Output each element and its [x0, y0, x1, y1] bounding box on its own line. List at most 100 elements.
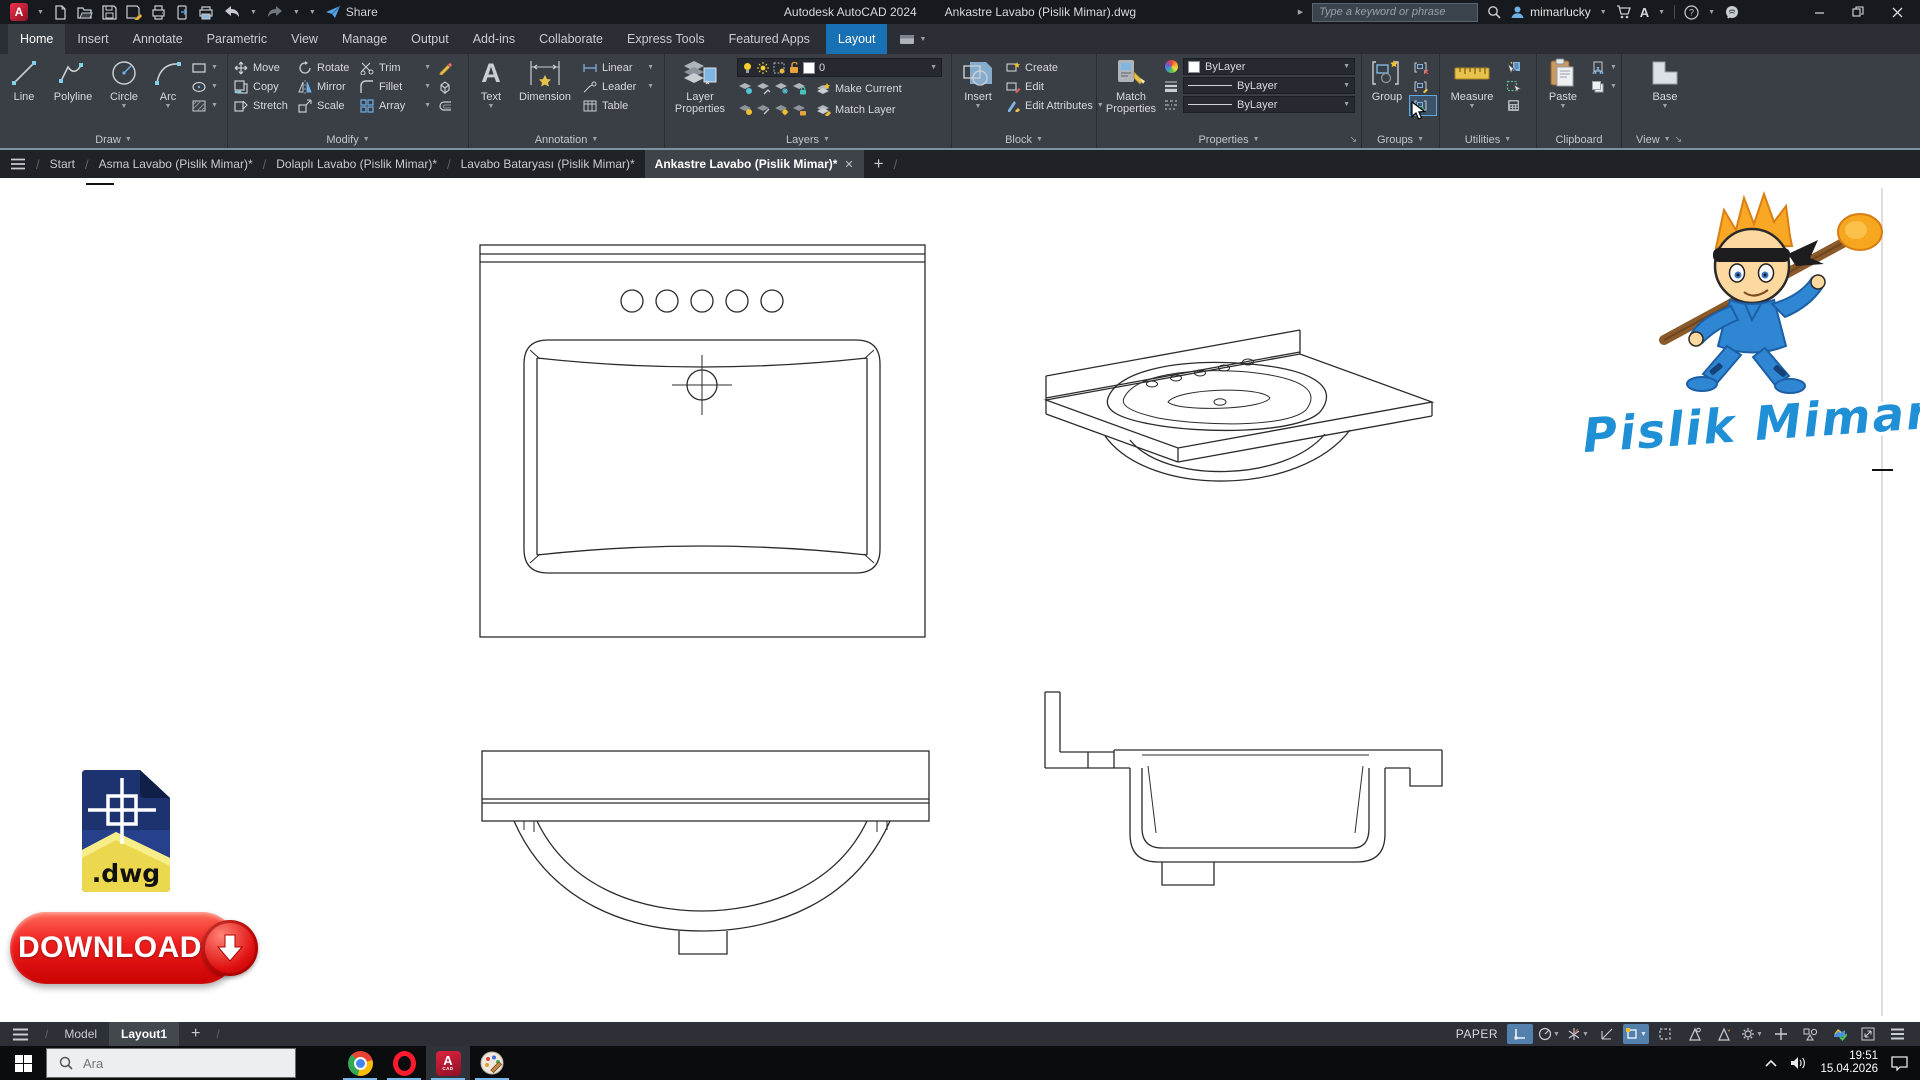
hatch-caret-icon[interactable]: ▼	[211, 102, 218, 109]
polar-tracking-button[interactable]: ▼	[1536, 1024, 1562, 1044]
file-tab-ankastre-lavabo-active[interactable]: Ankastre Lavabo (Pislik Mimar)* ✕	[645, 150, 864, 178]
make-current-button[interactable]: Make Current	[809, 79, 905, 98]
isometric-drafting-button[interactable]: ▼	[1565, 1024, 1591, 1044]
osnap-tracking-button[interactable]	[1594, 1024, 1620, 1044]
restore-button[interactable]	[1843, 0, 1873, 24]
volume-icon[interactable]	[1790, 1056, 1807, 1070]
app-menu-caret-icon[interactable]: ▼	[37, 9, 44, 16]
utilities-panel-label[interactable]: Utilities▼	[1440, 132, 1536, 147]
help-icon[interactable]: ?	[1684, 5, 1699, 20]
tab-featured-apps[interactable]: Featured Apps	[717, 24, 822, 54]
insert-block-button[interactable]: Insert ▼	[954, 54, 1002, 110]
object-color-dropdown[interactable]: ByLayer ▼	[1183, 58, 1355, 75]
help-search-input[interactable]: Type a keyword or phrase	[1312, 3, 1478, 22]
user-account-button[interactable]: mimarlucky	[1510, 5, 1591, 19]
rotate-tool-button[interactable]: Rotate	[294, 58, 356, 77]
undo-button[interactable]	[223, 5, 241, 19]
layer-freeze-icon[interactable]	[773, 81, 789, 97]
erase-tool-button[interactable]	[434, 58, 458, 77]
group-edit-button[interactable]	[1410, 77, 1436, 96]
tab-express-tools[interactable]: Express Tools	[615, 24, 717, 54]
layer-dropdown-caret-icon[interactable]: ▼	[930, 64, 937, 71]
block-panel-label[interactable]: Block▼	[952, 132, 1096, 147]
tab-output[interactable]: Output	[399, 24, 461, 54]
quick-properties-button[interactable]	[1768, 1024, 1794, 1044]
measure-caret-icon[interactable]: ▼	[1469, 103, 1476, 110]
layout-menu-button[interactable]	[0, 1028, 41, 1041]
minimize-button[interactable]	[1804, 0, 1834, 24]
object-color-wheel-icon[interactable]	[1163, 59, 1179, 75]
ungroup-button[interactable]	[1410, 58, 1436, 77]
edit-block-button[interactable]: Edit	[1002, 77, 1094, 96]
layer-dropdown[interactable]: 0 ▼	[737, 58, 942, 77]
file-tab-start[interactable]: Start	[40, 150, 85, 178]
new-file-button[interactable]	[53, 5, 68, 20]
circle-caret-icon[interactable]: ▼	[121, 103, 128, 110]
save-as-button[interactable]	[126, 5, 142, 20]
taskbar-search-input[interactable]	[81, 1055, 255, 1072]
properties-launcher-icon[interactable]: ↘	[1349, 134, 1357, 145]
isolate-objects-button[interactable]	[1797, 1024, 1823, 1044]
layer-properties-button[interactable]: Layer Properties	[667, 54, 733, 115]
undo-caret-icon[interactable]: ▼	[250, 9, 257, 16]
download-button[interactable]: DOWNLOAD	[10, 912, 238, 984]
tab-manage[interactable]: Manage	[330, 24, 399, 54]
mirror-tool-button[interactable]: Mirror	[294, 77, 356, 96]
quick-select-button[interactable]	[1502, 58, 1528, 77]
tray-expand-chevron-icon[interactable]	[1765, 1059, 1777, 1067]
new-layout-button[interactable]: +	[179, 1022, 212, 1046]
insert-caret-icon[interactable]: ▼	[975, 103, 982, 110]
action-center-icon[interactable]	[1891, 1056, 1908, 1071]
layer-on-icon[interactable]	[755, 102, 771, 118]
clipboard-panel-label[interactable]: Clipboard	[1537, 132, 1621, 147]
save-button[interactable]	[102, 5, 117, 20]
help-caret-icon[interactable]: ▼	[1708, 9, 1715, 16]
taskbar-opera-button[interactable]	[382, 1046, 426, 1080]
cart-icon[interactable]	[1616, 5, 1631, 19]
trim-tool-button[interactable]: Trim▼	[356, 58, 434, 77]
cut-caret-icon[interactable]: ▼	[1610, 64, 1617, 71]
plot-button[interactable]	[151, 5, 166, 20]
ortho-mode-button[interactable]	[1507, 1024, 1533, 1044]
properties-panel-label[interactable]: Properties▼↘	[1097, 132, 1361, 147]
object-color-caret-icon[interactable]: ▼	[1343, 63, 1350, 70]
user-caret-icon[interactable]: ▼	[1600, 9, 1607, 16]
view-panel-label[interactable]: View▼↘	[1622, 132, 1920, 147]
file-tab-dolapli-lavabo[interactable]: Dolaplı Lavabo (Pislik Mimar)*	[266, 150, 447, 178]
ribbon-state-caret-icon[interactable]: ▼	[919, 36, 926, 43]
match-layer-button[interactable]: Match Layer	[809, 100, 899, 119]
edit-attributes-button[interactable]: Edit Attributes▼	[1002, 96, 1094, 115]
tab-insert[interactable]: Insert	[65, 24, 120, 54]
text-caret-icon[interactable]: ▼	[488, 103, 495, 110]
array-caret-icon[interactable]: ▼	[424, 102, 431, 109]
annotation-panel-label[interactable]: Annotation▼	[469, 132, 664, 147]
linear-dim-button[interactable]: Linear▼	[579, 58, 657, 77]
annotation-scale-button[interactable]: ▼	[1739, 1024, 1765, 1044]
paper-space-label[interactable]: PAPER	[1456, 1027, 1498, 1041]
view-launcher-icon[interactable]: ↘	[1675, 134, 1683, 145]
graphics-performance-button[interactable]	[1826, 1024, 1852, 1044]
layer-isolate-icon[interactable]	[737, 81, 753, 97]
taskbar-search[interactable]	[46, 1048, 296, 1078]
layers-panel-label[interactable]: Layers▼	[665, 132, 951, 147]
arc-caret-icon[interactable]: ▼	[165, 103, 172, 110]
taskbar-chrome-button[interactable]	[338, 1046, 382, 1080]
groups-panel-label[interactable]: Groups▼	[1362, 132, 1439, 147]
search-icon[interactable]	[1487, 5, 1501, 19]
taskbar-paint-button[interactable]	[470, 1046, 514, 1080]
text-tool-button[interactable]: A Text ▼	[471, 54, 511, 110]
explode-tool-button[interactable]	[434, 77, 458, 96]
layer-unlock2-icon[interactable]	[791, 102, 807, 118]
autocad-logo-icon[interactable]: A	[10, 3, 28, 21]
dimension-tool-button[interactable]: Dimension	[511, 54, 579, 103]
draw-panel-label[interactable]: Draw▼	[0, 132, 227, 147]
isodraft-caret-icon[interactable]: ▼	[1582, 1031, 1589, 1038]
ellipse-tool-button[interactable]: ▼	[188, 77, 221, 96]
workspace-caret-icon[interactable]: ▼	[1756, 1031, 1763, 1038]
tab-parametric[interactable]: Parametric	[195, 24, 279, 54]
tab-home[interactable]: Home	[8, 24, 65, 54]
fillet-tool-button[interactable]: Fillet▼	[356, 77, 434, 96]
open-file-button[interactable]	[77, 5, 93, 20]
annotation-visibility-button[interactable]	[1681, 1024, 1707, 1044]
file-tabs-menu-button[interactable]	[0, 150, 36, 178]
